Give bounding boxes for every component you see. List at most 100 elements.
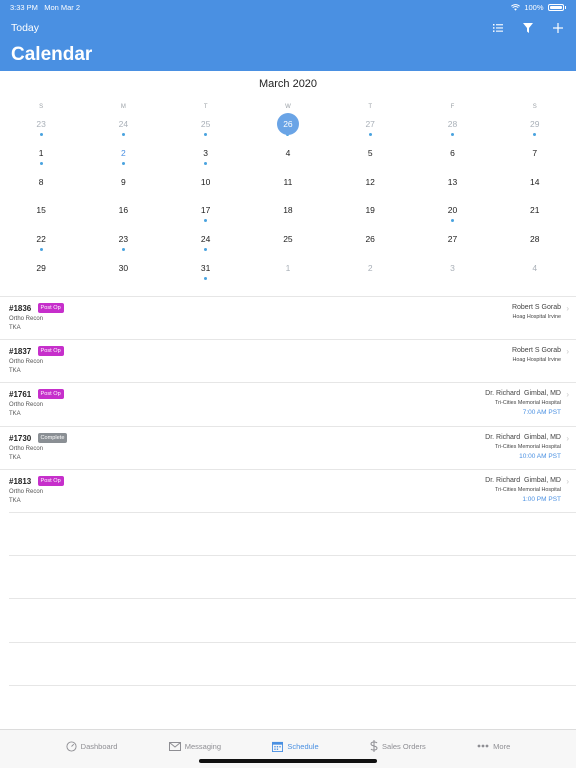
calendar-day[interactable]: 26 xyxy=(247,113,329,143)
day-number: 9 xyxy=(121,176,126,187)
calendar-day[interactable]: 14 xyxy=(494,172,576,201)
calendar-day[interactable]: 12 xyxy=(329,172,411,201)
tab-messaging[interactable]: Messaging xyxy=(168,740,222,752)
calendar-day[interactable]: 25 xyxy=(165,114,247,143)
chevron-right-icon: › xyxy=(566,476,569,486)
case-number: #1813 xyxy=(9,476,32,486)
case-row[interactable]: #1761 Post Op Ortho Recon TKA Dr. Richard Gi… xyxy=(0,382,576,425)
calendar-day[interactable]: 24 xyxy=(165,229,247,258)
calendar-weeks: 23 24 25 26 27 28 29 1 2 3 4 5 6 7 8 9 10 11 12 13 14 15 16 17 1… xyxy=(0,113,576,287)
event-dot xyxy=(450,219,454,223)
case-time: 10:00 AM PST xyxy=(519,452,561,460)
day-number: 2 xyxy=(367,262,373,273)
calendar-day[interactable]: 7 xyxy=(494,143,576,172)
day-number: 2 xyxy=(121,147,126,158)
chevron-right-icon: › xyxy=(566,390,569,400)
calendar-day[interactable]: 4 xyxy=(494,258,576,287)
tab-schedule[interactable]: Schedule xyxy=(272,740,319,752)
tab-label: Messaging xyxy=(184,741,222,751)
calendar-day[interactable]: 15 xyxy=(0,200,82,229)
status-bar: 3:33 PM Mon Mar 2 100% xyxy=(0,0,576,14)
tab-sales-orders[interactable]: Sales Orders xyxy=(370,740,426,752)
calendar-day[interactable]: 1 xyxy=(0,143,82,172)
day-number: 3 xyxy=(203,147,209,158)
calendar-day[interactable]: 30 xyxy=(82,258,164,287)
empty-row xyxy=(9,598,576,641)
calendar-day[interactable]: 24 xyxy=(82,114,164,143)
calendar-day[interactable]: 4 xyxy=(247,143,329,172)
calendar-day[interactable]: 2 xyxy=(329,258,411,287)
calendar-day[interactable]: 31 xyxy=(165,258,247,287)
tab-more[interactable]: More xyxy=(477,740,510,752)
calendar-day[interactable]: 2 xyxy=(82,143,164,172)
calendar-day[interactable]: 23 xyxy=(0,114,82,143)
calendar-day[interactable]: 21 xyxy=(494,200,576,229)
dollar-icon xyxy=(370,740,378,752)
day-number: 4 xyxy=(532,262,538,273)
case-specialty: Ortho Recon xyxy=(9,445,44,452)
event-dot xyxy=(39,161,43,165)
calendar-day[interactable]: 6 xyxy=(411,143,493,172)
event-dot xyxy=(121,248,125,252)
calendar-day[interactable]: 13 xyxy=(411,172,493,201)
calendar-day[interactable]: 10 xyxy=(165,172,247,201)
day-number: 14 xyxy=(529,176,540,187)
case-specialty: Ortho Recon xyxy=(9,316,44,322)
calendar-day[interactable]: 29 xyxy=(494,114,576,143)
calendar-day[interactable]: 25 xyxy=(247,229,329,258)
list-icon[interactable] xyxy=(490,20,506,36)
calendar-day[interactable]: 22 xyxy=(0,229,82,258)
case-hospital: Tri-Cities Memorial Hospital xyxy=(495,486,561,493)
calendar-day[interactable]: 3 xyxy=(411,258,493,287)
weekday-label: T xyxy=(203,104,208,110)
day-number: 12 xyxy=(365,176,375,187)
add-icon[interactable] xyxy=(550,20,566,36)
calendar-day[interactable]: 28 xyxy=(411,114,493,143)
case-row[interactable]: #1836 Post Op Ortho Recon TKA Robert S Gorab… xyxy=(0,296,576,339)
today-button[interactable]: Today xyxy=(11,22,39,34)
tab-label: Schedule xyxy=(287,741,319,751)
weekday-label: S xyxy=(532,104,537,110)
calendar-day[interactable]: 19 xyxy=(329,200,411,229)
day-number: 25 xyxy=(200,119,211,129)
filter-icon[interactable] xyxy=(520,20,536,36)
tab-label: Dashboard xyxy=(80,741,118,751)
calendar-day[interactable]: 5 xyxy=(329,143,411,172)
event-dot xyxy=(121,161,125,165)
day-number: 27 xyxy=(447,234,458,245)
event-dot xyxy=(204,161,208,165)
calendar-day[interactable]: 8 xyxy=(0,172,82,201)
tab-dashboard[interactable]: Dashboard xyxy=(66,740,118,752)
day-number: 1 xyxy=(285,262,291,273)
case-specialty: Ortho Recon xyxy=(9,488,44,495)
tab-label: More xyxy=(493,741,511,751)
calendar-day[interactable]: 20 xyxy=(411,200,493,229)
empty-row xyxy=(9,641,576,685)
calendar-day[interactable]: 28 xyxy=(494,229,576,258)
calendar-day[interactable]: 11 xyxy=(247,172,329,201)
case-row[interactable]: #1730 Complete Ortho Recon TKA Dr. Richard G… xyxy=(0,425,576,469)
calendar-day[interactable]: 27 xyxy=(411,229,493,258)
case-surgeon: Dr. Richard Gimbal, MD xyxy=(485,433,561,441)
calendar-day[interactable]: 29 xyxy=(0,258,82,287)
status-badge: Post Op xyxy=(37,346,64,357)
status-badge: Post Op xyxy=(37,303,64,313)
case-row[interactable]: #1837 Post Op Ortho Recon TKA Robert S Gorab… xyxy=(0,339,576,382)
case-row[interactable]: #1813 Post Op Ortho Recon TKA Dr. Richard Gi… xyxy=(0,468,576,512)
case-time: 7:00 AM PST xyxy=(522,409,561,417)
calendar-day[interactable]: 26 xyxy=(329,229,411,258)
calendar-day[interactable]: 17 xyxy=(165,200,247,229)
calendar-day[interactable]: 1 xyxy=(247,258,329,287)
day-number: 29 xyxy=(36,262,46,273)
calendar-day[interactable]: 27 xyxy=(329,114,411,143)
day-number: 24 xyxy=(200,234,211,245)
header-actions xyxy=(490,20,566,36)
calendar-day[interactable]: 9 xyxy=(82,172,164,201)
calendar-day[interactable]: 23 xyxy=(82,229,164,258)
calendar-day[interactable]: 3 xyxy=(165,143,247,172)
case-procedure: TKA xyxy=(9,411,21,418)
envelope-icon xyxy=(168,741,181,751)
weekday-label: T xyxy=(368,104,373,110)
calendar-day[interactable]: 16 xyxy=(82,200,164,229)
calendar-day[interactable]: 18 xyxy=(247,200,329,229)
